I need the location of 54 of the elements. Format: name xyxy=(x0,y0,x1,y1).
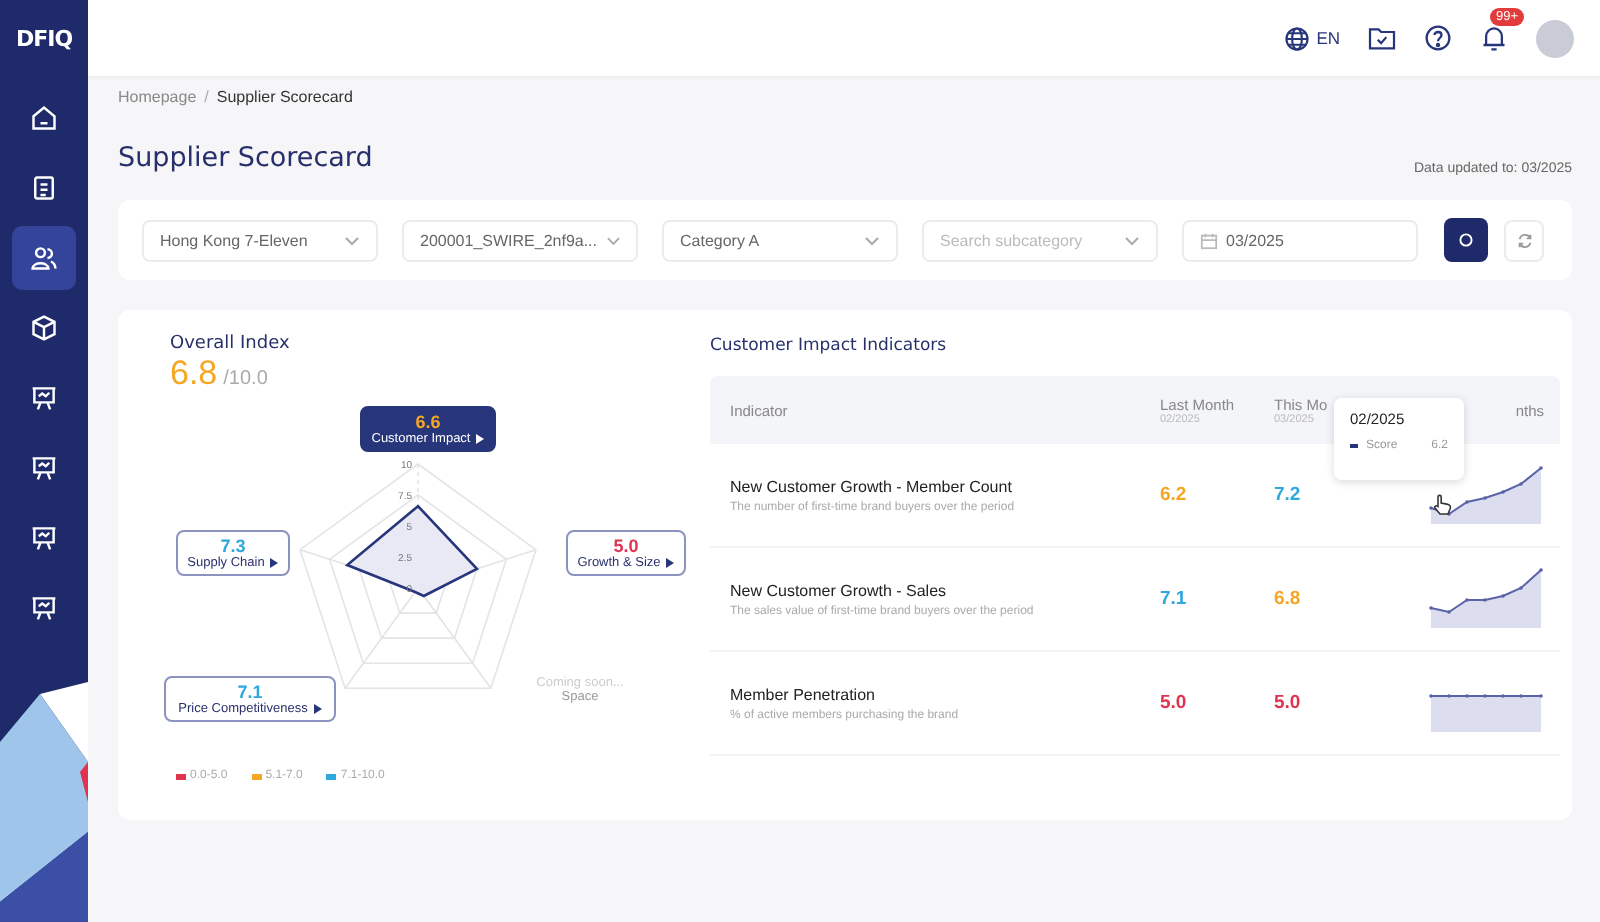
presentation-icon xyxy=(30,524,58,552)
sparkline xyxy=(1428,694,1544,734)
users-icon xyxy=(30,244,58,272)
chevron-down-icon xyxy=(864,235,880,245)
presentation-icon xyxy=(30,454,58,482)
score-value: 7.1 xyxy=(1160,588,1187,610)
chevron-down-icon xyxy=(1124,235,1140,245)
select-field[interactable]: Category A xyxy=(662,219,898,261)
help-icon[interactable] xyxy=(1424,24,1452,52)
caret-icon xyxy=(476,434,485,444)
score-value: 7.2 xyxy=(1274,484,1301,506)
sparkline xyxy=(1428,568,1544,630)
select-field[interactable]: 200001_SWIRE_2nf9a... xyxy=(402,219,638,261)
bell-icon[interactable] xyxy=(1480,24,1508,52)
score-value: 5.0 xyxy=(1274,692,1301,714)
indicator-name: Member Penetration xyxy=(730,685,875,703)
section-title: Customer Impact Indicators xyxy=(710,336,949,356)
breadcrumb-separator: / xyxy=(204,88,209,108)
presentation-icon xyxy=(30,594,58,622)
sparkline xyxy=(1428,466,1544,526)
chevron-down-icon xyxy=(605,235,620,245)
chevron-down-icon xyxy=(344,235,360,245)
date-field[interactable]: 03/2025 xyxy=(1182,219,1418,261)
breadcrumb-link[interactable]: Homepage xyxy=(118,88,197,108)
score-value: 6.8 xyxy=(1274,588,1301,610)
users-nav-button[interactable] xyxy=(12,226,76,290)
cube-icon xyxy=(30,314,58,342)
document-icon xyxy=(30,174,58,202)
refresh-icon xyxy=(1515,231,1533,249)
overall-max: /10.0 xyxy=(223,368,268,390)
caret-icon xyxy=(270,558,279,568)
calendar-icon xyxy=(1200,231,1218,249)
caret-icon xyxy=(666,558,675,568)
overall-index-title: Overall Index xyxy=(170,334,292,354)
radar-shape xyxy=(344,504,480,598)
home-icon xyxy=(30,104,58,132)
series-marker xyxy=(1350,444,1358,448)
select-field[interactable]: Hong Kong 7-Eleven xyxy=(142,219,378,261)
score-value: 6.2 xyxy=(1160,484,1187,506)
reset-button[interactable] xyxy=(1504,219,1544,261)
indicator-name: New Customer Growth - Sales xyxy=(730,581,947,599)
folder-check-icon[interactable] xyxy=(1368,26,1396,50)
presentation-icon xyxy=(30,384,58,412)
search-button[interactable] xyxy=(1444,218,1488,262)
indicator-name: New Customer Growth - Member Count xyxy=(730,477,1012,495)
language-button[interactable]: EN xyxy=(1284,25,1340,51)
hand-cursor-icon xyxy=(1430,492,1454,516)
globe-icon xyxy=(1284,25,1311,51)
search-icon xyxy=(1458,232,1474,248)
overall-score: 6.8 xyxy=(170,354,218,394)
page-title: Supplier Scorecard xyxy=(118,140,373,176)
score-value: 5.0 xyxy=(1160,692,1187,714)
logo: DFIQ xyxy=(13,24,75,54)
caret-icon xyxy=(313,704,322,714)
